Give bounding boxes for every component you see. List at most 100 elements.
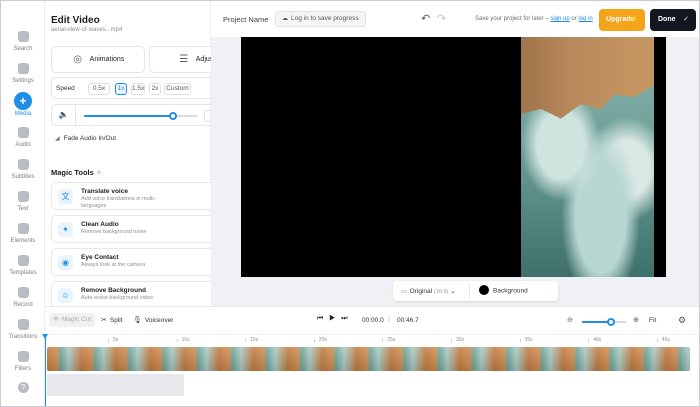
timeline-settings-icon[interactable]: ⚙ [678,315,686,326]
login-to-save-button[interactable]: ☁ Log in to save progress [275,11,366,27]
rail-item-audio[interactable]: Audio [1,127,45,157]
rail-item-search[interactable]: Search [1,31,45,61]
scissors-icon: ✂ [101,317,107,324]
person-icon: ☺ [58,288,73,303]
play-icon[interactable]: ▶ [329,315,335,322]
rail-item-label: Transitions [8,334,38,340]
rail-item-record[interactable]: Record [1,287,45,317]
done-label: Done [658,16,676,23]
rail-item-filters[interactable]: Filters [1,351,45,381]
music-icon [17,127,29,138]
voiceover-button[interactable]: 🎙 Voiceover [133,316,173,324]
zoom-in-icon[interactable]: ⊕ [633,316,639,324]
aspect-sub: (16:9) [433,289,449,295]
timeline-ruler[interactable]: 5s 10s 15s 20s 25s 30s 35s 40s 45s [45,334,699,346]
magic-cut-button[interactable]: ⁜ Magic Cut [49,313,96,327]
animations-button[interactable]: ◎ Animations [51,46,145,73]
volume-slider[interactable] [84,112,198,120]
fade-icon: ◢ [55,136,60,142]
video-track-clip[interactable] [47,347,690,371]
redo-icon[interactable]: ↷ [437,12,446,25]
ruler-tick-label: 15s [245,337,259,343]
speed-option-custom[interactable]: Custom [164,83,191,95]
transitions-icon [17,319,29,330]
rail-item-transitions[interactable]: Transitions [1,319,45,349]
video-frame[interactable] [521,37,654,277]
lightning-icon: ⚡ [630,16,639,23]
background-button[interactable]: Background [479,285,528,295]
aspect-label: Original [409,288,433,295]
speed-option-0-5x[interactable]: 0.5x [88,83,110,95]
tool-description: Always look at the camera [81,262,146,268]
playhead[interactable] [42,334,48,406]
zoom-slider-knob[interactable] [606,318,615,326]
rail-item-media[interactable]: + Media [1,92,45,125]
split-label: Split [109,317,123,324]
cloud-icon: ☁ [282,16,288,22]
divider [469,284,470,298]
video-canvas[interactable] [241,37,666,277]
speed-option-1-5x[interactable]: 1.5x [131,83,145,95]
rail-item-label: Search [13,46,33,52]
save-note-or: or [571,16,577,22]
rail-item-templates[interactable]: Templates [1,255,45,285]
upgrade-button[interactable]: Upgrade ⚡ [599,9,645,31]
log-in-link[interactable]: log in [578,16,592,22]
ruler-tick-label: 10s [176,337,190,343]
rail-item-text[interactable]: Text [1,191,45,221]
aspect-ratio-dropdown[interactable]: ▭ Original (16:9) ⌄ [401,287,456,295]
text-icon [17,191,29,202]
fade-audio-row: ◢ Fade Audio In/Out [55,135,116,142]
fit-button[interactable]: Fit [649,317,656,324]
project-name-label[interactable]: Project Name [223,15,268,24]
rail-item-settings[interactable]: Settings [1,63,45,93]
sliders-icon: ☰ [179,53,189,65]
rail-item-label: Elements [10,238,36,244]
video-waves [521,85,654,277]
tool-name: Clean Audio [81,221,119,228]
ruler-tick-label: 20s [313,337,327,343]
time-separator: / [388,317,390,324]
undo-icon[interactable]: ↶ [421,12,430,25]
volume-slider-knob[interactable] [168,112,177,120]
rail-item-subtitles[interactable]: Subtitles [1,159,45,189]
tool-description: Auto-erase background video [81,295,153,301]
rail-item-elements[interactable]: Elements [1,223,45,253]
current-time: 00:00.0 [362,317,384,324]
top-bar: Project Name ☁ Log in to save progress ↶ … [211,1,699,37]
ruler-tick-label: 40s [588,337,602,343]
gear-icon [17,63,29,74]
ruler-tick-label: 30s [450,337,465,343]
rail-item-label: Templates [9,270,37,276]
translate-icon: 文 [58,189,73,204]
rail-item-label: Subtitles [11,174,35,180]
audio-track-placeholder[interactable] [47,374,184,396]
volume-slider-fill [84,115,173,117]
magic-cut-label: Magic Cut [61,316,92,323]
tool-description: Add voice translations in multi-language… [81,196,156,209]
subtitles-icon [17,159,29,170]
templates-icon [17,255,29,266]
file-name: aerial-view-of-waves...mp4 [51,27,123,33]
animations-label: Animations [89,56,125,63]
volume-icon[interactable]: 🔈 [52,105,76,125]
help-button[interactable]: ? [1,382,45,406]
plus-icon: + [14,92,32,110]
speed-option-1x[interactable]: 1x [115,83,127,95]
left-nav-rail: Search Settings + Media Audio Subtitles Text El… [1,1,45,406]
skip-back-icon[interactable]: ⏮ [317,315,323,322]
split-button[interactable]: ✂ Split [101,316,123,324]
zoom-slider[interactable] [582,318,626,326]
ruler-tick-label: 45s [656,337,670,343]
speed-option-2x[interactable]: 2x [149,83,161,95]
done-button[interactable]: Done ✓ [650,9,696,31]
help-icon: ? [17,382,29,393]
edit-video-panel: Edit Video aerial-view-of-waves...mp4 ◎ … [45,1,244,309]
zoom-out-icon[interactable]: ⊖ [567,316,573,324]
preview-stage: ▭ Original (16:9) ⌄ Background [211,37,699,306]
microphone-icon: 🎙 [133,317,142,324]
sign-up-link[interactable]: sign up [550,16,569,22]
login-to-save-label: Log in to save progress [291,15,359,22]
skip-forward-icon[interactable]: ⏭ [341,315,347,322]
sparkle-icon: ✦ [58,222,73,237]
